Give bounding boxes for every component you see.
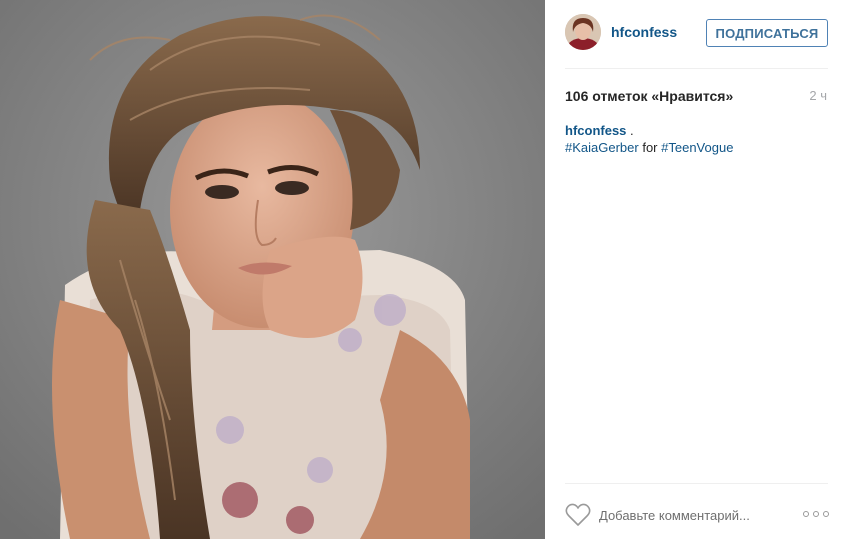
avatar-image [565, 14, 601, 50]
caption-author-link[interactable]: hfconfess [565, 123, 626, 138]
likes-count[interactable]: 106 отметок «Нравится» [565, 88, 733, 104]
caption-connector-text: for [638, 140, 662, 155]
like-button[interactable] [565, 503, 591, 527]
header-username-link[interactable]: hfconfess [611, 24, 677, 40]
comment-input[interactable] [599, 503, 799, 527]
post-sidebar: hfconfess ПОДПИСАТЬСЯ 106 отметок «Нрави… [545, 0, 847, 539]
post-timestamp[interactable]: 2 ч [809, 88, 827, 103]
post-footer [545, 483, 847, 539]
ellipsis-icon-dot-2 [813, 511, 819, 517]
avatar[interactable] [565, 14, 601, 50]
ellipsis-icon-dot-3 [823, 511, 829, 517]
follow-button[interactable]: ПОДПИСАТЬСЯ [706, 19, 828, 47]
more-options-button[interactable] [803, 505, 829, 523]
ellipsis-icon-dot-1 [803, 511, 809, 517]
post-caption: hfconfess . #KaiaGerber for #TeenVogue [565, 122, 827, 156]
header-divider [565, 68, 828, 69]
post-photo[interactable] [0, 0, 545, 539]
hashtag-link-kaiagerber[interactable]: #KaiaGerber [565, 140, 639, 155]
post-header: hfconfess ПОДПИСАТЬСЯ [545, 0, 847, 68]
heart-outline-icon [565, 503, 591, 526]
caption-author-suffix: . [626, 123, 634, 138]
portrait-image [0, 0, 545, 539]
hashtag-link-teenvogue[interactable]: #TeenVogue [661, 140, 733, 155]
